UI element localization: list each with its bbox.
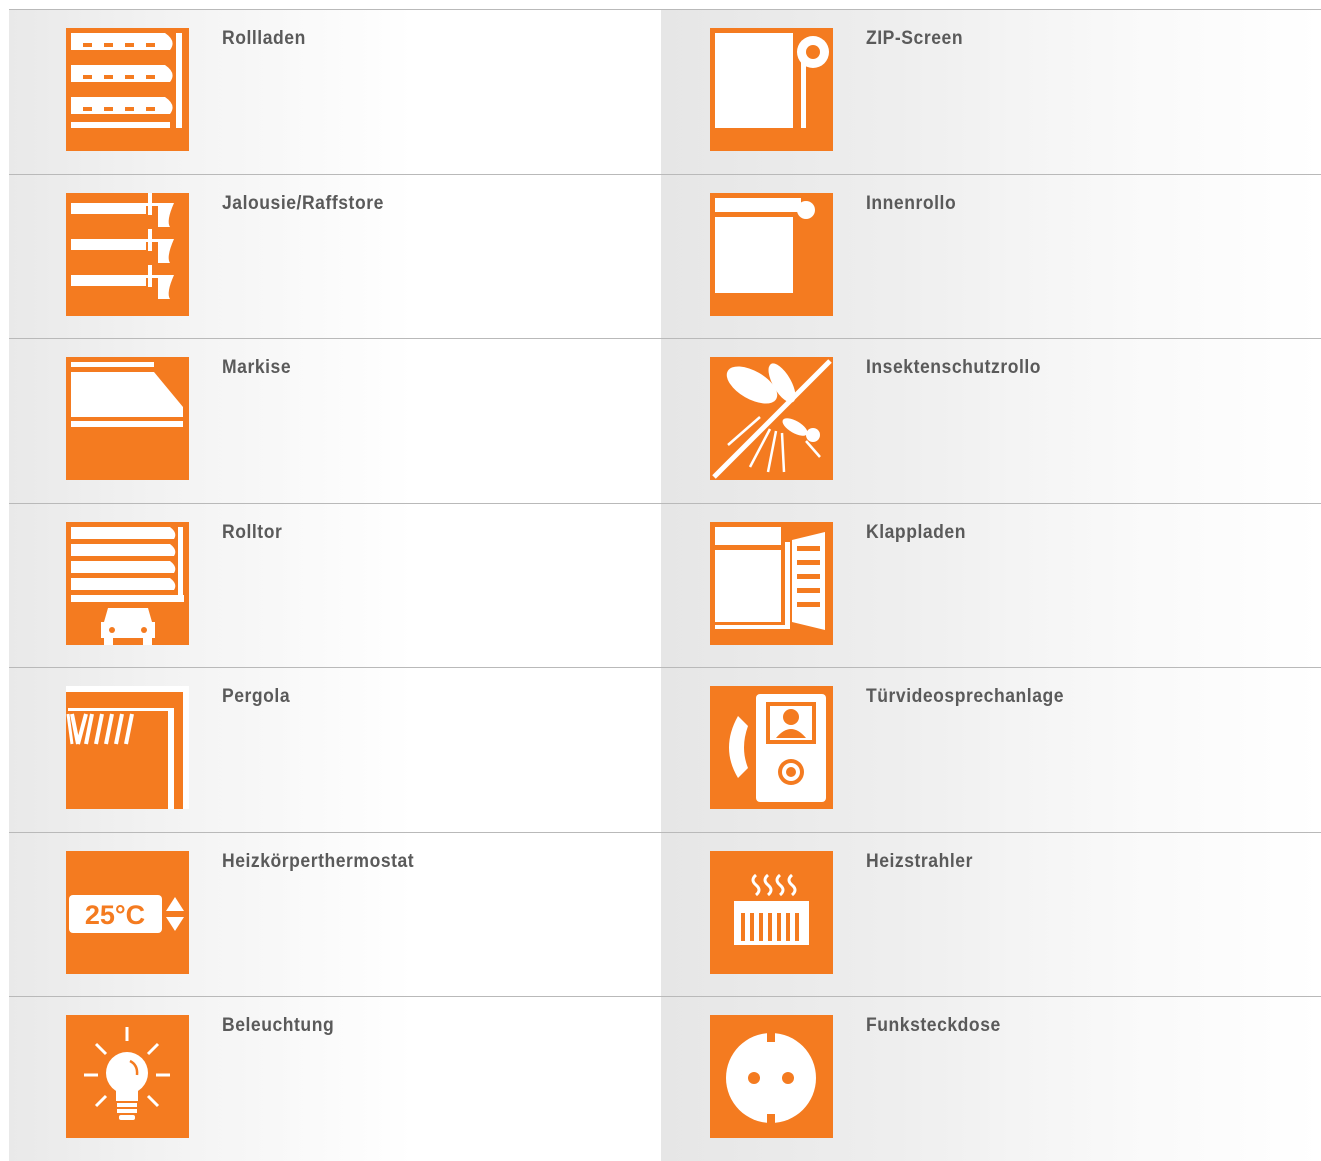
pergola-icon — [66, 686, 189, 809]
roller-door-garage-icon — [66, 521, 189, 645]
category-label: Heizstrahler — [866, 849, 973, 872]
category-item-innenrollo[interactable]: Innenrollo — [661, 173, 1321, 338]
category-item-insektenschutzrollo[interactable]: Insektenschutzrollo — [661, 338, 1321, 503]
category-item-heizstrahler[interactable]: Heizstrahler — [661, 831, 1321, 996]
radiator-thermostat-icon: 25°C — [66, 850, 189, 974]
zip-screen-icon — [710, 28, 833, 151]
product-category-grid: Rollladen ZIP-Screen Jalousie/Raffstore … — [9, 9, 1321, 1161]
category-item-rolltor[interactable]: Rolltor — [9, 502, 661, 667]
wireless-socket-icon — [710, 1015, 833, 1138]
category-item-jalousie-raffstore[interactable]: Jalousie/Raffstore — [9, 173, 661, 338]
category-item-heizkoerperthermostat[interactable]: 25°C Heizkörperthermostat — [9, 831, 661, 996]
category-label: Funksteckdose — [866, 1014, 1001, 1036]
category-label: Insektenschutzrollo — [866, 356, 1042, 378]
thermostat-display-text: 25°C — [85, 900, 145, 930]
category-item-zip-screen[interactable]: ZIP-Screen — [661, 9, 1321, 174]
category-label: ZIP-Screen — [866, 27, 964, 49]
category-label: Innenrollo — [866, 191, 957, 214]
insect-screen-icon — [710, 357, 833, 480]
light-bulb-icon — [66, 1015, 189, 1138]
category-label: Rolltor — [222, 520, 283, 543]
category-label: Türvideosprechanlage — [866, 685, 1065, 707]
category-item-funksteckdose[interactable]: Funksteckdose — [661, 996, 1321, 1161]
category-label: Jalousie/Raffstore — [222, 191, 384, 214]
category-label: Markise — [222, 356, 292, 378]
radiant-heater-icon — [710, 850, 833, 974]
category-label: Beleuchtung — [222, 1014, 335, 1036]
category-item-tuervideosprechanlage[interactable]: Türvideosprechanlage — [661, 667, 1321, 832]
awning-icon — [66, 357, 189, 480]
folding-shutter-icon — [710, 521, 833, 645]
venetian-blind-icon — [66, 192, 189, 316]
category-item-pergola[interactable]: Pergola — [9, 667, 661, 832]
category-item-beleuchtung[interactable]: Beleuchtung — [9, 996, 661, 1161]
category-label: Heizkörperthermostat — [222, 849, 415, 872]
indoor-roller-blind-icon — [710, 192, 833, 316]
category-label: Klappladen — [866, 520, 966, 543]
category-item-rollladen[interactable]: Rollladen — [9, 9, 661, 174]
category-item-markise[interactable]: Markise — [9, 338, 661, 503]
video-door-phone-icon — [710, 686, 833, 809]
category-item-klappladen[interactable]: Klappladen — [661, 502, 1321, 667]
category-label: Rollladen — [222, 27, 306, 49]
category-label: Pergola — [222, 685, 291, 707]
roller-shutter-icon — [66, 28, 189, 151]
